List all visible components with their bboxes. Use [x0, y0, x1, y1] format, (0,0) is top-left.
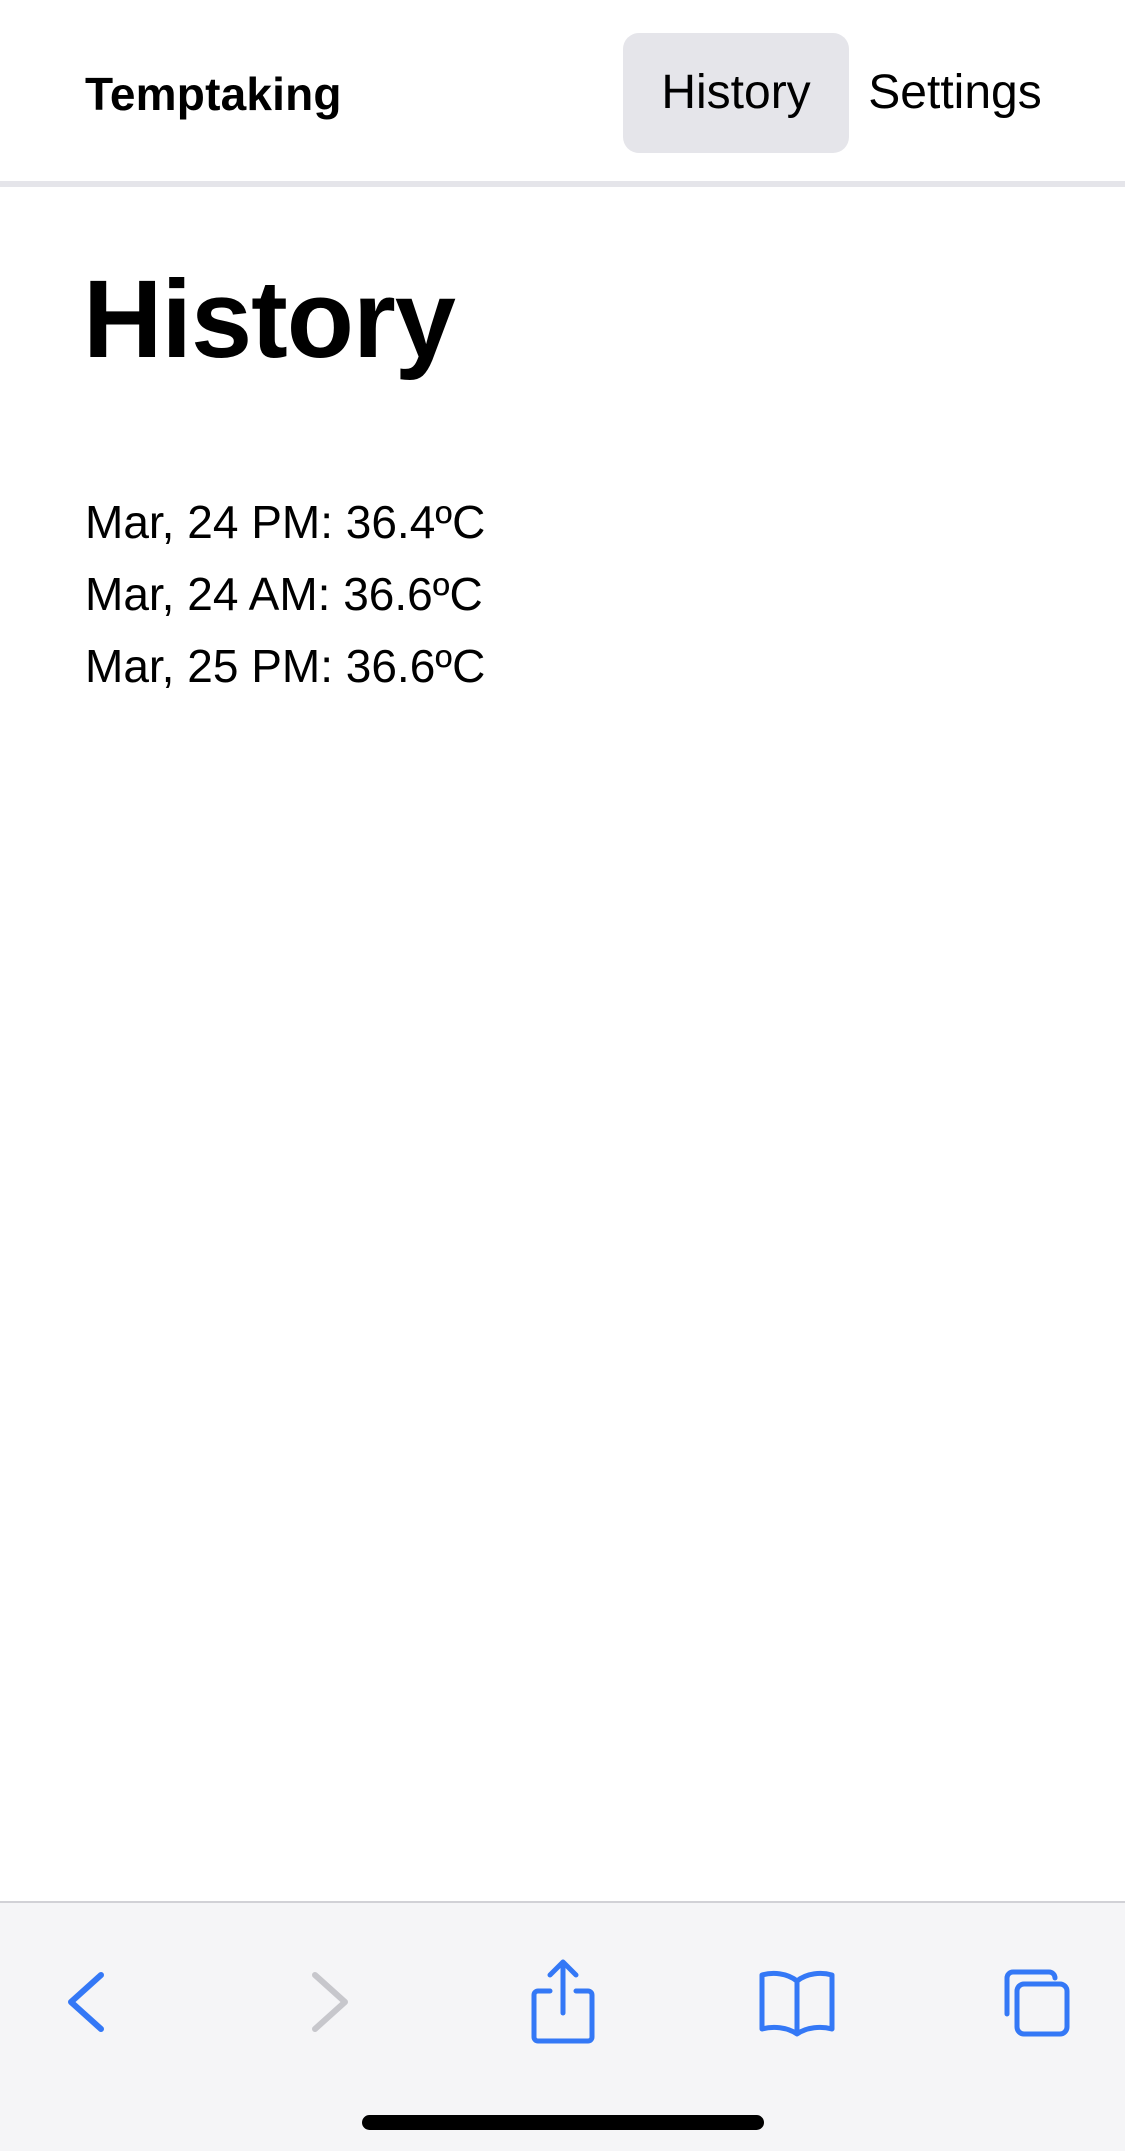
page: Temptaking History Settings History Mar,…	[0, 0, 1125, 2151]
tabs-icon	[1004, 1969, 1070, 2037]
reading-item: Mar, 25 PM: 36.6ºC	[85, 640, 486, 692]
bookmarks-button[interactable]	[742, 1947, 852, 2057]
share-button[interactable]	[508, 1947, 618, 2057]
back-button[interactable]	[32, 1947, 142, 2057]
forward-button[interactable]	[274, 1947, 384, 2057]
share-icon	[531, 1959, 595, 2044]
brand-title[interactable]: Temptaking	[85, 64, 342, 124]
reading-item: Mar, 24 AM: 36.6ºC	[85, 568, 483, 620]
nav-tab-history[interactable]: History	[623, 33, 849, 153]
home-indicator	[362, 2115, 764, 2130]
forward-icon	[312, 1972, 348, 2032]
back-icon	[68, 1972, 104, 2032]
readings-list: Mar, 24 PM: 36.4ºC Mar, 24 AM: 36.6ºC Ma…	[85, 486, 485, 702]
reading-item: Mar, 24 PM: 36.4ºC	[85, 496, 486, 548]
tabs-button[interactable]	[980, 1947, 1090, 2057]
page-title: History	[83, 258, 456, 381]
bookmarks-icon	[759, 1970, 835, 2037]
top-nav: Temptaking History Settings	[0, 0, 1125, 187]
browser-toolbar	[0, 1901, 1125, 2151]
nav-tab-settings[interactable]: Settings	[849, 33, 1061, 153]
